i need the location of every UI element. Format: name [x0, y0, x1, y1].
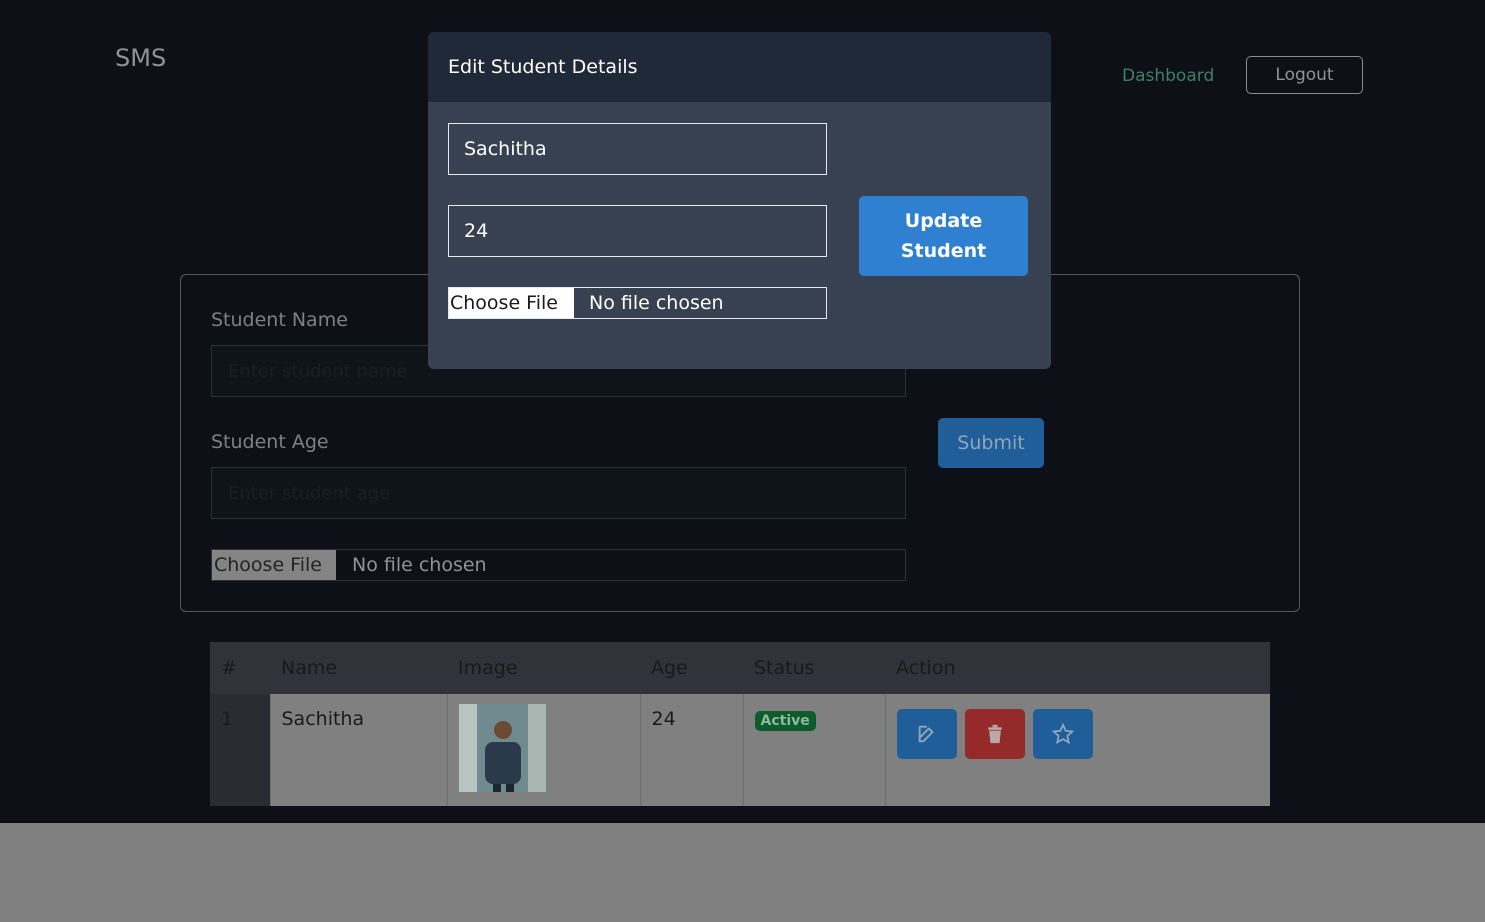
star-icon	[1051, 723, 1074, 745]
row-index: 1	[210, 694, 270, 806]
student-photo	[458, 704, 546, 792]
update-student-button[interactable]: Update Student	[859, 196, 1028, 276]
edit-image-file-input[interactable]: Choose File No file chosen	[448, 287, 827, 319]
file-status-text: No file chosen	[351, 554, 487, 576]
student-name-label: Student Name	[211, 309, 348, 331]
students-table: # Name Image Age Status Action 1 Sachith…	[210, 642, 1270, 806]
student-age-label: Student Age	[211, 431, 329, 453]
logout-button[interactable]: Logout	[1246, 56, 1363, 94]
table-header-row: # Name Image Age Status Action	[210, 642, 1270, 694]
row-status-cell: Active	[742, 694, 885, 806]
modal-title: Edit Student Details	[428, 32, 1051, 102]
edit-icon	[918, 725, 934, 743]
nav-dashboard-link[interactable]: Dashboard	[1122, 66, 1214, 86]
col-header-index: #	[210, 642, 270, 694]
delete-button[interactable]	[964, 709, 1025, 759]
table-row: 1 Sachitha 24 Active	[210, 694, 1270, 806]
edit-student-modal: Edit Student Details Sachitha 24 Choose …	[428, 32, 1051, 369]
modal-choose-file-button[interactable]: Choose File	[449, 288, 574, 318]
modal-file-status-text: No file chosen	[588, 292, 724, 314]
row-name: Sachitha	[269, 694, 447, 806]
row-age: 24	[639, 694, 743, 806]
col-header-image: Image	[447, 642, 640, 694]
brand-logo: SMS	[115, 44, 167, 72]
row-image-cell	[446, 694, 640, 806]
student-age-input[interactable]: Enter student age	[211, 467, 906, 519]
status-badge: Active	[754, 711, 816, 731]
edit-age-input[interactable]: 24	[448, 205, 827, 257]
col-header-age: Age	[640, 642, 743, 694]
trash-icon	[987, 724, 1002, 744]
submit-button[interactable]: Submit	[938, 418, 1044, 468]
modal-backdrop[interactable]	[0, 823, 1485, 922]
col-header-action: Action	[885, 642, 1270, 694]
col-header-name: Name	[270, 642, 447, 694]
col-header-status: Status	[743, 642, 885, 694]
row-actions-cell	[884, 694, 1270, 806]
choose-file-button[interactable]: Choose File	[212, 550, 336, 580]
favorite-button[interactable]	[1032, 709, 1093, 759]
student-image-file-input[interactable]: Choose File No file chosen	[211, 549, 906, 581]
edit-name-input[interactable]: Sachitha	[448, 123, 827, 175]
edit-button[interactable]	[896, 709, 957, 759]
update-button-line2: Student	[900, 240, 987, 262]
update-button-line1: Update	[904, 210, 983, 232]
